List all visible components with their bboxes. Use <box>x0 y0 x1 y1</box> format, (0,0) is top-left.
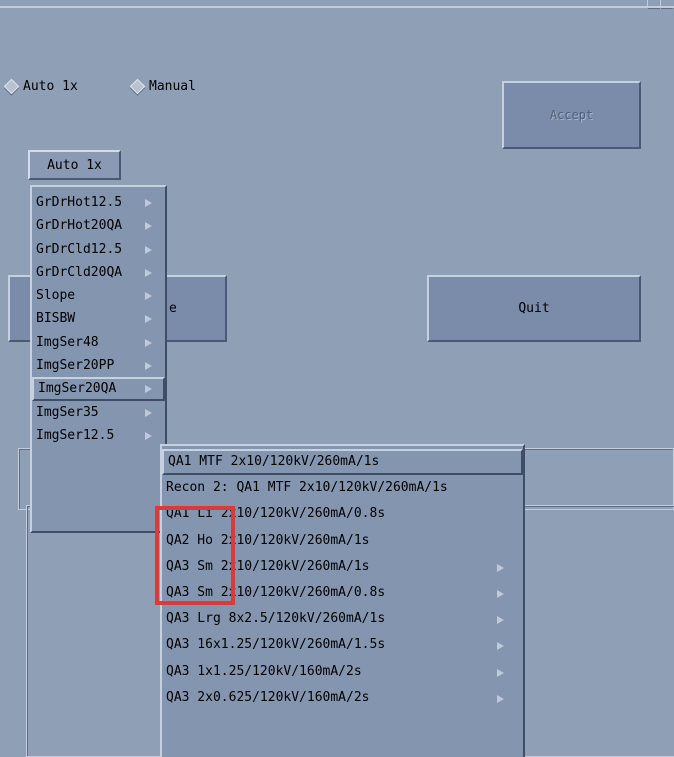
menu-item-label: ImgSer12.5 <box>36 427 115 443</box>
menu-item-label: GrDrHot12.5 <box>36 195 123 210</box>
menu-item[interactable]: GrDrCld20QA <box>32 261 165 284</box>
menu-item-label: ImgSer20PP <box>36 358 115 374</box>
menu-item[interactable]: GrDrCld12.5 <box>32 238 165 261</box>
radio-label: Manual <box>149 79 196 94</box>
menu-item-selected[interactable]: ImgSer20QA <box>32 377 165 401</box>
option-menu-button[interactable]: Auto 1x <box>28 150 121 180</box>
option-menu-label: Auto 1x <box>47 157 102 173</box>
menu-item[interactable]: GrDrHot20QA <box>32 214 165 237</box>
submenu-item[interactable]: QA3 Lrg 8x2.5/120kV/260mA/1s <box>162 606 523 632</box>
submenu-item-label: QA3 16x1.25/120kV/260mA/1.5s <box>166 637 386 653</box>
menu-item-label: ImgSer35 <box>36 404 99 420</box>
cascade-arrow-icon <box>145 315 152 324</box>
quit-label: Quit <box>518 301 550 316</box>
cascade-arrow-icon <box>497 668 504 677</box>
menu-item[interactable]: ImgSer48 <box>32 331 165 354</box>
submenu-item-label: QA1 MTF 2x10/120kV/260mA/1s <box>168 454 380 469</box>
cascade-arrow-icon <box>145 222 152 231</box>
menu-item-label: ImgSer48 <box>36 334 99 350</box>
cascade-arrow-icon <box>497 589 504 598</box>
radio-diamond-icon <box>129 78 146 95</box>
cascade-arrow-icon <box>145 338 152 347</box>
cascade-arrow-icon <box>145 385 152 394</box>
submenu-item-label: QA3 2x0.625/120kV/160mA/2s <box>166 689 370 705</box>
cascade-arrow-icon <box>145 362 152 371</box>
menu-item-label: GrDrCld12.5 <box>36 241 123 257</box>
menu-item[interactable]: ImgSer12.5 <box>32 424 165 447</box>
submenu-item[interactable]: QA3 1x1.25/120kV/160mA/2s <box>162 659 523 685</box>
menu-item-label: ImgSer20QA <box>38 381 117 397</box>
menu-item[interactable]: ImgSer35 <box>32 401 165 424</box>
radio-diamond-icon <box>3 78 20 95</box>
menu-item[interactable]: Slope <box>32 284 165 307</box>
submenu-item[interactable]: QA3 16x1.25/120kV/260mA/1.5s <box>162 632 523 658</box>
accept-label: Accept <box>549 108 594 122</box>
menu-item[interactable]: BISBW <box>32 307 165 330</box>
covered-button-label: e <box>169 301 177 316</box>
cascade-arrow-icon <box>497 694 504 703</box>
accept-button[interactable]: Accept <box>502 81 641 149</box>
protocol-menu: GrDrHot12.5 GrDrHot20QA GrDrCld12.5 GrDr… <box>30 185 167 533</box>
top-bevel <box>0 0 674 8</box>
cascade-arrow-icon <box>145 268 152 277</box>
submenu-item-selected[interactable]: QA1 MTF 2x10/120kV/260mA/1s <box>162 449 523 476</box>
submenu-item-label: QA3 Lrg 8x2.5/120kV/260mA/1s <box>166 611 386 627</box>
cascade-arrow-icon <box>497 563 504 572</box>
menu-item-label: GrDrHot20QA <box>36 218 123 234</box>
cascade-arrow-icon <box>145 408 152 417</box>
cascade-arrow-icon <box>145 292 152 301</box>
cascade-arrow-icon <box>145 199 152 207</box>
radio-auto-1x[interactable]: Auto 1x <box>3 78 78 95</box>
quit-button[interactable]: Quit <box>427 275 641 342</box>
menu-item-label: Slope <box>36 288 76 304</box>
cascade-arrow-icon <box>145 245 152 254</box>
scrollbar-arrow[interactable] <box>647 0 661 9</box>
menu-item-label: BISBW <box>36 311 76 327</box>
menu-item-label: GrDrCld20QA <box>36 264 123 280</box>
radio-manual[interactable]: Manual <box>129 78 196 95</box>
scrollbar-arrow[interactable] <box>660 0 673 9</box>
submenu-item-label: QA3 1x1.25/120kV/160mA/2s <box>166 663 362 679</box>
radio-label: Auto 1x <box>23 79 78 94</box>
cascade-arrow-icon <box>145 431 152 440</box>
cascade-arrow-icon <box>497 616 504 625</box>
submenu-item[interactable]: QA3 2x0.625/120kV/160mA/2s <box>162 685 523 711</box>
menu-item[interactable]: GrDrHot12.5 <box>32 191 165 214</box>
cascade-arrow-icon <box>497 642 504 651</box>
submenu-item-label: Recon 2: QA1 MTF 2x10/120kV/260mA/1s <box>166 480 448 496</box>
menu-item[interactable]: ImgSer20PP <box>32 354 165 377</box>
highlight-box <box>155 506 235 605</box>
submenu-item[interactable]: Recon 2: QA1 MTF 2x10/120kV/260mA/1s <box>162 475 523 501</box>
